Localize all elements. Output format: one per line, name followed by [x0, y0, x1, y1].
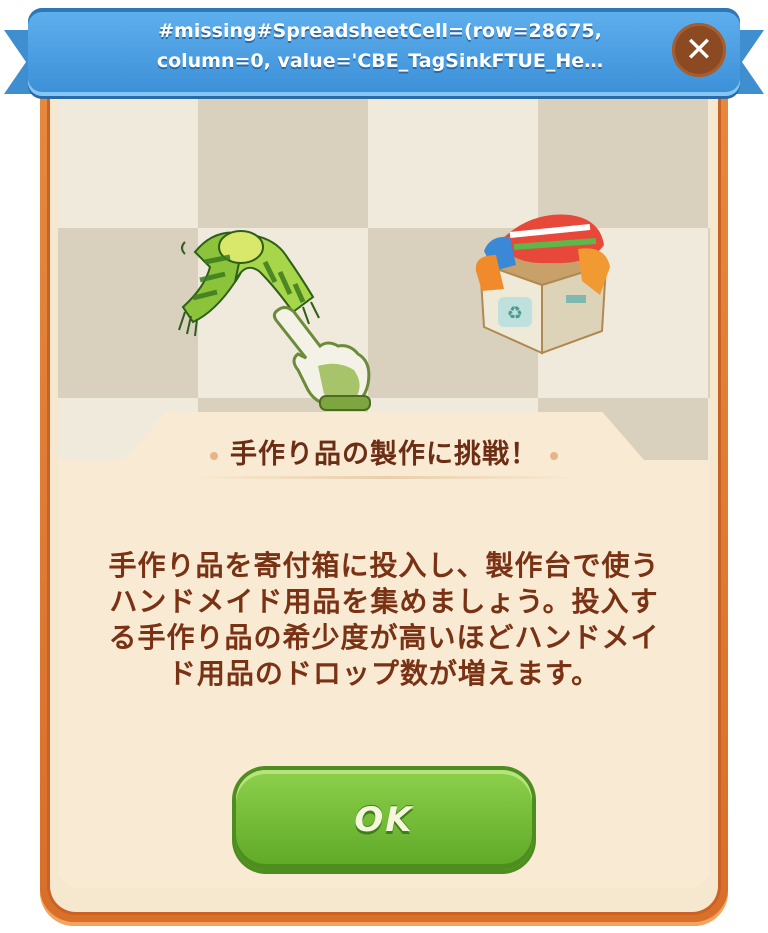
dialog-message: 手作り品を寄付箱に投入し、製作台で使うハンドメイド用品を集めましょう。投入する手…: [108, 549, 660, 690]
ok-button[interactable]: OK: [236, 770, 532, 870]
heading-divider: [190, 476, 580, 479]
donation-box-icon: ♻: [475, 214, 610, 355]
ok-button-label: OK: [354, 800, 414, 840]
heading-dot-left: [210, 451, 218, 460]
dialog-title: #missing#SpreadsheetCell=(row=28675, col…: [156, 20, 604, 72]
svg-text:♻: ♻: [507, 303, 523, 324]
close-icon: ✕: [684, 30, 714, 70]
heading-row: 手作り品の製作に挑戦！: [124, 432, 644, 471]
pointing-hand-icon: [272, 305, 371, 411]
dialog-heading: 手作り品の製作に挑戦！: [230, 439, 538, 470]
close-button[interactable]: ✕: [672, 23, 726, 77]
heading-dot-right: [550, 451, 558, 460]
